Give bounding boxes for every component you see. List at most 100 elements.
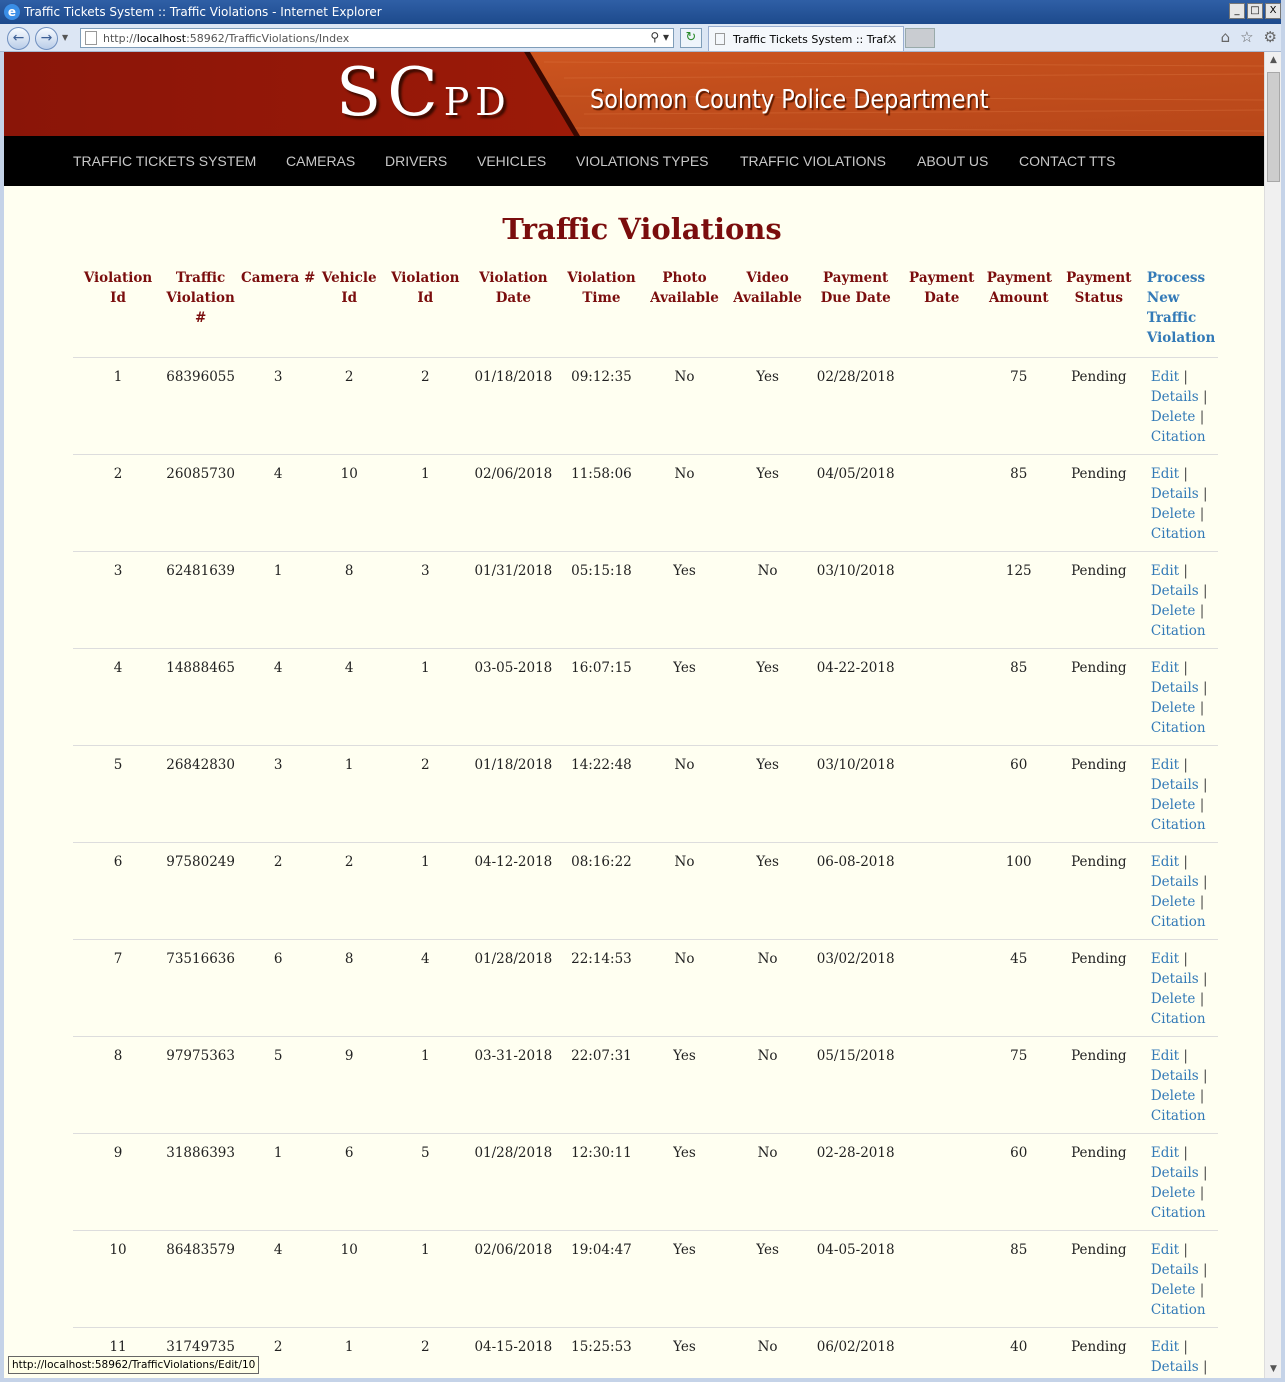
process-new-violation-link[interactable]: Process New Traffic Violation bbox=[1147, 270, 1215, 346]
citation-link[interactable]: Citation bbox=[1151, 1108, 1206, 1124]
citation-link[interactable]: Citation bbox=[1151, 720, 1206, 736]
favorites-star-icon[interactable]: ☆ bbox=[1240, 28, 1253, 46]
nav-drivers[interactable]: DRIVERS bbox=[385, 153, 447, 169]
table-cell: 1 bbox=[318, 745, 381, 843]
table-cell: 2 bbox=[318, 357, 381, 455]
edit-link[interactable]: Edit bbox=[1151, 660, 1179, 676]
browser-tab[interactable]: Traffic Tickets System :: Traf... ✕ bbox=[708, 26, 904, 51]
nav-traffic-violations[interactable]: TRAFFIC VIOLATIONS bbox=[740, 153, 886, 169]
nav-about-us[interactable]: ABOUT US bbox=[917, 153, 988, 169]
edit-link[interactable]: Edit bbox=[1151, 563, 1179, 579]
citation-link[interactable]: Citation bbox=[1151, 526, 1206, 542]
details-link[interactable]: Details bbox=[1151, 680, 1199, 696]
details-link[interactable]: Details bbox=[1151, 777, 1199, 793]
edit-link[interactable]: Edit bbox=[1151, 951, 1179, 967]
details-link[interactable]: Details bbox=[1151, 874, 1199, 890]
table-cell bbox=[898, 1036, 985, 1134]
delete-link[interactable]: Delete bbox=[1151, 409, 1196, 425]
nav-contact-tts[interactable]: CONTACT TTS bbox=[1019, 153, 1115, 169]
citation-link[interactable]: Citation bbox=[1151, 623, 1206, 639]
forward-icon[interactable]: → bbox=[35, 27, 58, 50]
table-cell: 01/18/2018 bbox=[470, 745, 557, 843]
delete-link[interactable]: Delete bbox=[1151, 894, 1196, 910]
table-cell: 60 bbox=[984, 1133, 1053, 1231]
edit-link[interactable]: Edit bbox=[1151, 1145, 1179, 1161]
delete-link[interactable]: Delete bbox=[1151, 700, 1196, 716]
home-icon[interactable]: ⌂ bbox=[1221, 28, 1231, 46]
link-separator: | bbox=[1199, 990, 1205, 1007]
citation-link[interactable]: Citation bbox=[1151, 429, 1206, 445]
scrollbar-thumb[interactable] bbox=[1267, 72, 1280, 182]
table-cell: 100 bbox=[984, 842, 1053, 940]
delete-link[interactable]: Delete bbox=[1151, 1088, 1196, 1104]
vertical-scrollbar[interactable]: ▲ ▼ bbox=[1264, 52, 1281, 1378]
settings-gear-icon[interactable]: ⚙ bbox=[1264, 28, 1277, 46]
edit-link[interactable]: Edit bbox=[1151, 1048, 1179, 1064]
citation-link[interactable]: Citation bbox=[1151, 1011, 1206, 1027]
table-cell: 04-15-2018 bbox=[470, 1327, 557, 1378]
edit-link[interactable]: Edit bbox=[1151, 369, 1179, 385]
history-dropdown-icon[interactable]: ▼ bbox=[62, 33, 68, 42]
details-link[interactable]: Details bbox=[1151, 1165, 1199, 1181]
refresh-icon[interactable]: ↻ bbox=[680, 28, 702, 48]
close-button[interactable]: X bbox=[1265, 3, 1281, 19]
nav-vehicles[interactable]: VEHICLES bbox=[477, 153, 546, 169]
minimize-button[interactable]: _ bbox=[1229, 3, 1245, 19]
col-header: Payment Date bbox=[898, 260, 985, 358]
table-cell: 6 bbox=[318, 1133, 381, 1231]
citation-link[interactable]: Citation bbox=[1151, 817, 1206, 833]
nav-traffic-tickets-system[interactable]: TRAFFIC TICKETS SYSTEM bbox=[73, 153, 256, 169]
window-frame-right bbox=[1281, 0, 1285, 1382]
details-link[interactable]: Details bbox=[1151, 971, 1199, 987]
edit-link[interactable]: Edit bbox=[1151, 1339, 1179, 1355]
link-separator: | bbox=[1203, 1164, 1208, 1181]
details-link[interactable]: Details bbox=[1151, 583, 1199, 599]
delete-link[interactable]: Delete bbox=[1151, 797, 1196, 813]
table-row: 8 97975363 5 9 1 03-31-2018 22:07:31 Yes No 05/15… bbox=[73, 1036, 1218, 1134]
edit-link[interactable]: Edit bbox=[1151, 757, 1179, 773]
nav-cameras[interactable]: CAMERAS bbox=[286, 153, 355, 169]
delete-link[interactable]: Delete bbox=[1151, 506, 1196, 522]
table-cell: 22:14:53 bbox=[556, 939, 647, 1037]
scroll-up-icon[interactable]: ▲ bbox=[1265, 52, 1282, 69]
new-tab-button[interactable] bbox=[905, 28, 935, 48]
citation-link[interactable]: Citation bbox=[1151, 1302, 1206, 1318]
link-separator: | bbox=[1183, 465, 1188, 482]
details-link[interactable]: Details bbox=[1151, 1262, 1199, 1278]
table-cell: Pending bbox=[1052, 357, 1145, 455]
delete-link[interactable]: Delete bbox=[1151, 1282, 1196, 1298]
table-cell: 14:22:48 bbox=[556, 745, 647, 843]
edit-link[interactable]: Edit bbox=[1151, 854, 1179, 870]
table-cell: 1 bbox=[380, 1230, 471, 1328]
tab-close-icon[interactable]: ✕ bbox=[887, 32, 897, 46]
table-row: 3 62481639 1 8 3 01/31/2018 05:15:18 Yes No 03/10… bbox=[73, 551, 1218, 649]
table-row: 9 31886393 1 6 5 01/28/2018 12:30:11 Yes No 02-28… bbox=[73, 1133, 1218, 1231]
edit-link[interactable]: Edit bbox=[1151, 1242, 1179, 1258]
table-cell: 26842830 bbox=[163, 745, 239, 843]
table-cell: 06/02/2018 bbox=[812, 1327, 899, 1378]
link-separator: | bbox=[1203, 1358, 1208, 1375]
address-path: :58962/TrafficViolations/Index bbox=[186, 31, 350, 45]
details-link[interactable]: Details bbox=[1151, 1359, 1199, 1375]
table-cell bbox=[898, 357, 985, 455]
table-cell: Pending bbox=[1052, 745, 1145, 843]
scroll-down-icon[interactable]: ▼ bbox=[1265, 1361, 1282, 1378]
details-link[interactable]: Details bbox=[1151, 389, 1199, 405]
nav-violations-types[interactable]: VIOLATIONS TYPES bbox=[576, 153, 709, 169]
maximize-button[interactable]: □ bbox=[1247, 3, 1263, 19]
citation-link[interactable]: Citation bbox=[1151, 1205, 1206, 1221]
table-cell: 04-12-2018 bbox=[470, 842, 557, 940]
delete-link[interactable]: Delete bbox=[1151, 603, 1196, 619]
col-header: Violation Date bbox=[470, 260, 557, 358]
address-bar[interactable]: http://localhost:58962/TrafficViolations… bbox=[80, 28, 674, 48]
edit-link[interactable]: Edit bbox=[1151, 466, 1179, 482]
col-header: Violation Id bbox=[73, 260, 164, 358]
citation-link[interactable]: Citation bbox=[1151, 914, 1206, 930]
delete-link[interactable]: Delete bbox=[1151, 991, 1196, 1007]
table-cell: 10 bbox=[73, 1230, 164, 1328]
delete-link[interactable]: Delete bbox=[1151, 1185, 1196, 1201]
back-icon[interactable]: ← bbox=[7, 27, 30, 50]
details-link[interactable]: Details bbox=[1151, 486, 1199, 502]
details-link[interactable]: Details bbox=[1151, 1068, 1199, 1084]
search-dropdown-icon[interactable]: ⚲ ▾ bbox=[650, 30, 669, 44]
